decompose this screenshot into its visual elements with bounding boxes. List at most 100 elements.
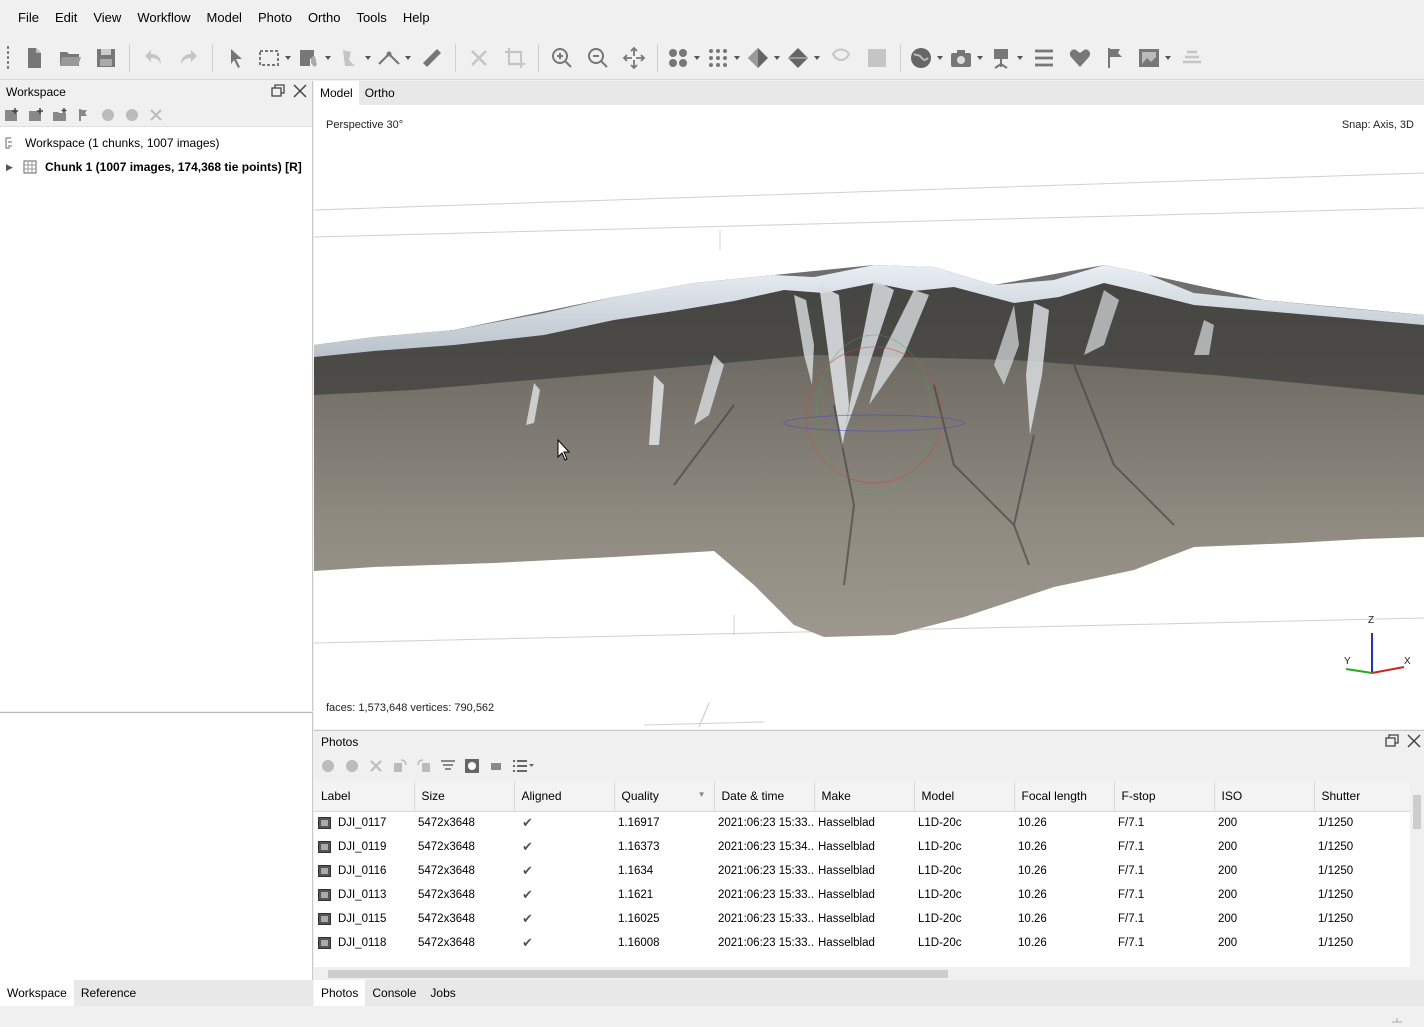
table-row[interactable]: DJI_0116 5472x3648 ✔ 1.1634 2021:06:23 1…: [314, 859, 1410, 883]
float-panel-icon[interactable]: [1384, 733, 1400, 749]
dem-button[interactable]: [862, 43, 892, 73]
view-mode-icon[interactable]: [512, 758, 534, 774]
column-header-aligned[interactable]: Aligned: [514, 781, 615, 812]
column-header-focal-length[interactable]: Focal length: [1014, 781, 1115, 812]
new-icon: [28, 47, 41, 68]
camera-show-button[interactable]: [989, 43, 1023, 73]
tiled-model-button[interactable]: [826, 43, 856, 73]
remove-icon[interactable]: [148, 107, 164, 123]
show-images-icon[interactable]: [488, 758, 504, 774]
point-cloud-button[interactable]: [706, 43, 740, 73]
reset-view-button[interactable]: [619, 43, 649, 73]
redo-button[interactable]: [174, 43, 204, 73]
texture-button[interactable]: [909, 43, 943, 73]
column-header-iso[interactable]: ISO: [1214, 781, 1315, 812]
tab-ortho[interactable]: Ortho: [359, 81, 401, 105]
add-marker-icon[interactable]: [76, 107, 92, 123]
menu-workflow[interactable]: Workflow: [129, 0, 198, 36]
tab-reference[interactable]: Reference: [74, 980, 143, 1006]
add-photos-icon[interactable]: [28, 107, 44, 123]
cameras-button[interactable]: [949, 43, 983, 73]
menu-file[interactable]: File: [10, 0, 47, 36]
column-header-make[interactable]: Make: [814, 781, 915, 812]
expand-arrow-icon[interactable]: ▶: [6, 162, 16, 173]
menu-model[interactable]: Model: [199, 0, 250, 36]
tab-photos[interactable]: Photos: [314, 980, 366, 1006]
menu-ortho[interactable]: Ortho: [300, 0, 349, 36]
image-button[interactable]: [1137, 43, 1171, 73]
save-button[interactable]: [91, 43, 121, 73]
menu-help[interactable]: Help: [395, 0, 438, 36]
column-header-label[interactable]: Label: [314, 781, 415, 812]
tie-points-button[interactable]: [666, 43, 700, 73]
tab-model[interactable]: Model: [314, 81, 359, 105]
menu-photo[interactable]: Photo: [250, 0, 300, 36]
column-header-date[interactable]: Date & time: [714, 781, 815, 812]
float-panel-icon[interactable]: [270, 83, 286, 99]
draw-point-button[interactable]: [337, 43, 371, 73]
photo-shutter: 1/1250: [1318, 913, 1354, 925]
column-header-f-stop[interactable]: F-stop: [1114, 781, 1215, 812]
rectangle-selection-button[interactable]: [257, 43, 291, 73]
crop-button[interactable]: [500, 43, 530, 73]
tree-item-workspace[interactable]: Workspace (1 chunks, 1007 images): [0, 131, 312, 155]
column-header-size[interactable]: Size: [414, 781, 515, 812]
photo-model: L1D-20c: [918, 865, 962, 877]
disable-icon[interactable]: [344, 758, 360, 774]
tab-jobs[interactable]: Jobs: [423, 980, 462, 1006]
table-row[interactable]: DJI_0118 5472x3648 ✔ 1.16008 2021:06:23 …: [314, 931, 1410, 955]
draw-polygon-button[interactable]: [297, 43, 331, 73]
close-panel-icon[interactable]: [292, 83, 308, 99]
ruler-button[interactable]: [417, 43, 447, 73]
table-row[interactable]: DJI_0115 5472x3648 ✔ 1.16025 2021:06:23 …: [314, 907, 1410, 931]
undo-button[interactable]: [138, 43, 168, 73]
show-masks-icon[interactable]: [464, 758, 480, 774]
vertical-scrollbar[interactable]: [1410, 781, 1424, 967]
close-panel-icon[interactable]: [1406, 733, 1422, 749]
column-header-quality[interactable]: Quality ▼: [614, 781, 715, 812]
menu-bar: File Edit View Workflow Model Photo Orth…: [0, 0, 1424, 36]
delete-button[interactable]: [464, 43, 494, 73]
navigation-button[interactable]: [221, 43, 251, 73]
zoom-out-icon: [588, 47, 608, 68]
remove-icon[interactable]: [368, 758, 384, 774]
draw-polyline-button[interactable]: [377, 43, 411, 73]
menu-edit[interactable]: Edit: [47, 0, 85, 36]
column-header-model[interactable]: Model: [914, 781, 1015, 812]
zoom-in-button[interactable]: [547, 43, 577, 73]
model-viewport[interactable]: Perspective 30° Snap: Axis, 3D faces: 1,…: [314, 105, 1424, 729]
horizontal-scrollbar[interactable]: [314, 967, 1410, 981]
add-folder-icon[interactable]: [52, 107, 68, 123]
table-row[interactable]: DJI_0117 5472x3648 ✔ 1.16917 2021:06:23 …: [314, 811, 1410, 835]
toolbar-grip[interactable]: [6, 44, 10, 71]
table-row[interactable]: DJI_0119 5472x3648 ✔ 1.16373 2021:06:23 …: [314, 835, 1410, 859]
column-header-shutter[interactable]: Shutter: [1314, 781, 1410, 812]
open-button[interactable]: [55, 43, 85, 73]
rotate-right-icon[interactable]: [416, 758, 432, 774]
disable-icon[interactable]: [124, 107, 140, 123]
chevron-down-icon: [774, 55, 780, 60]
flags-button[interactable]: [1101, 43, 1131, 73]
mesh-solid-button[interactable]: [786, 43, 820, 73]
menu-tools[interactable]: Tools: [348, 0, 394, 36]
mesh-shaded-button[interactable]: [746, 43, 780, 73]
reset-filter-icon[interactable]: [440, 758, 456, 774]
enable-icon[interactable]: [320, 758, 336, 774]
region-button[interactable]: [1177, 43, 1207, 73]
snap-label: Snap: Axis, 3D: [1341, 119, 1414, 131]
horizontal-scrollbar-thumb[interactable]: [328, 970, 948, 978]
shapes-button[interactable]: [1065, 43, 1095, 73]
menu-view[interactable]: View: [85, 0, 129, 36]
new-button[interactable]: [19, 43, 49, 73]
tree-item-chunk[interactable]: ▶ Chunk 1 (1007 images, 174,368 tie poin…: [0, 155, 312, 179]
rotate-left-icon[interactable]: [392, 758, 408, 774]
zoom-out-button[interactable]: [583, 43, 613, 73]
resize-grip-icon[interactable]: [1390, 1010, 1404, 1024]
table-row[interactable]: DJI_0113 5472x3648 ✔ 1.1621 2021:06:23 1…: [314, 883, 1410, 907]
tab-workspace[interactable]: Workspace: [0, 980, 74, 1006]
tab-console[interactable]: Console: [365, 980, 423, 1006]
add-chunk-icon[interactable]: [4, 107, 20, 123]
vertical-scrollbar-thumb[interactable]: [1413, 795, 1421, 829]
enable-icon[interactable]: [100, 107, 116, 123]
markers-button[interactable]: [1029, 43, 1059, 73]
